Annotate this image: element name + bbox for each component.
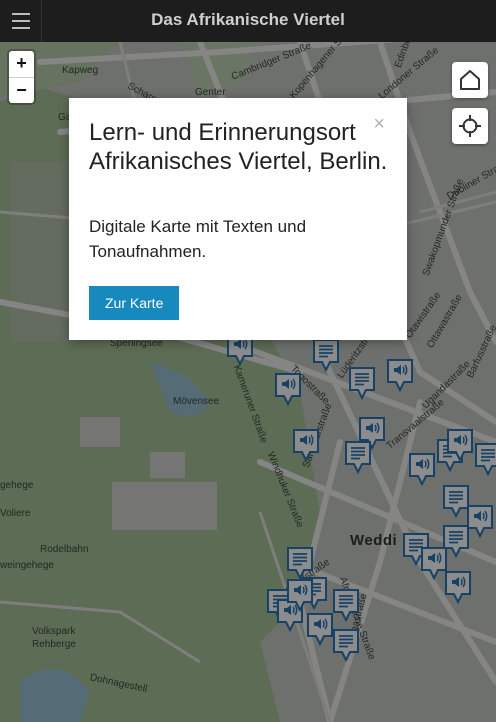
crosshair-icon: [459, 115, 481, 137]
dialog-text: Digitale Karte mit Texten und Tonaufnahm…: [89, 217, 307, 261]
zoom-out-button[interactable]: −: [9, 77, 34, 103]
top-bar: Das Afrikanische Viertel: [0, 0, 496, 42]
locate-button[interactable]: [452, 108, 488, 144]
dialog-title: Lern- und Erinnerungsort Afrikanisches V…: [89, 119, 388, 175]
app-title: Das Afrikanische Viertel: [151, 10, 345, 29]
home-icon: [460, 70, 480, 90]
zur-karte-button[interactable]: Zur Karte: [89, 286, 180, 320]
zoom-in-button[interactable]: +: [9, 51, 34, 77]
intro-dialog: × Lern- und Erinnerungsort Afrikanisches…: [69, 98, 407, 340]
zoom-control: + −: [9, 51, 34, 103]
home-button[interactable]: [452, 62, 488, 98]
